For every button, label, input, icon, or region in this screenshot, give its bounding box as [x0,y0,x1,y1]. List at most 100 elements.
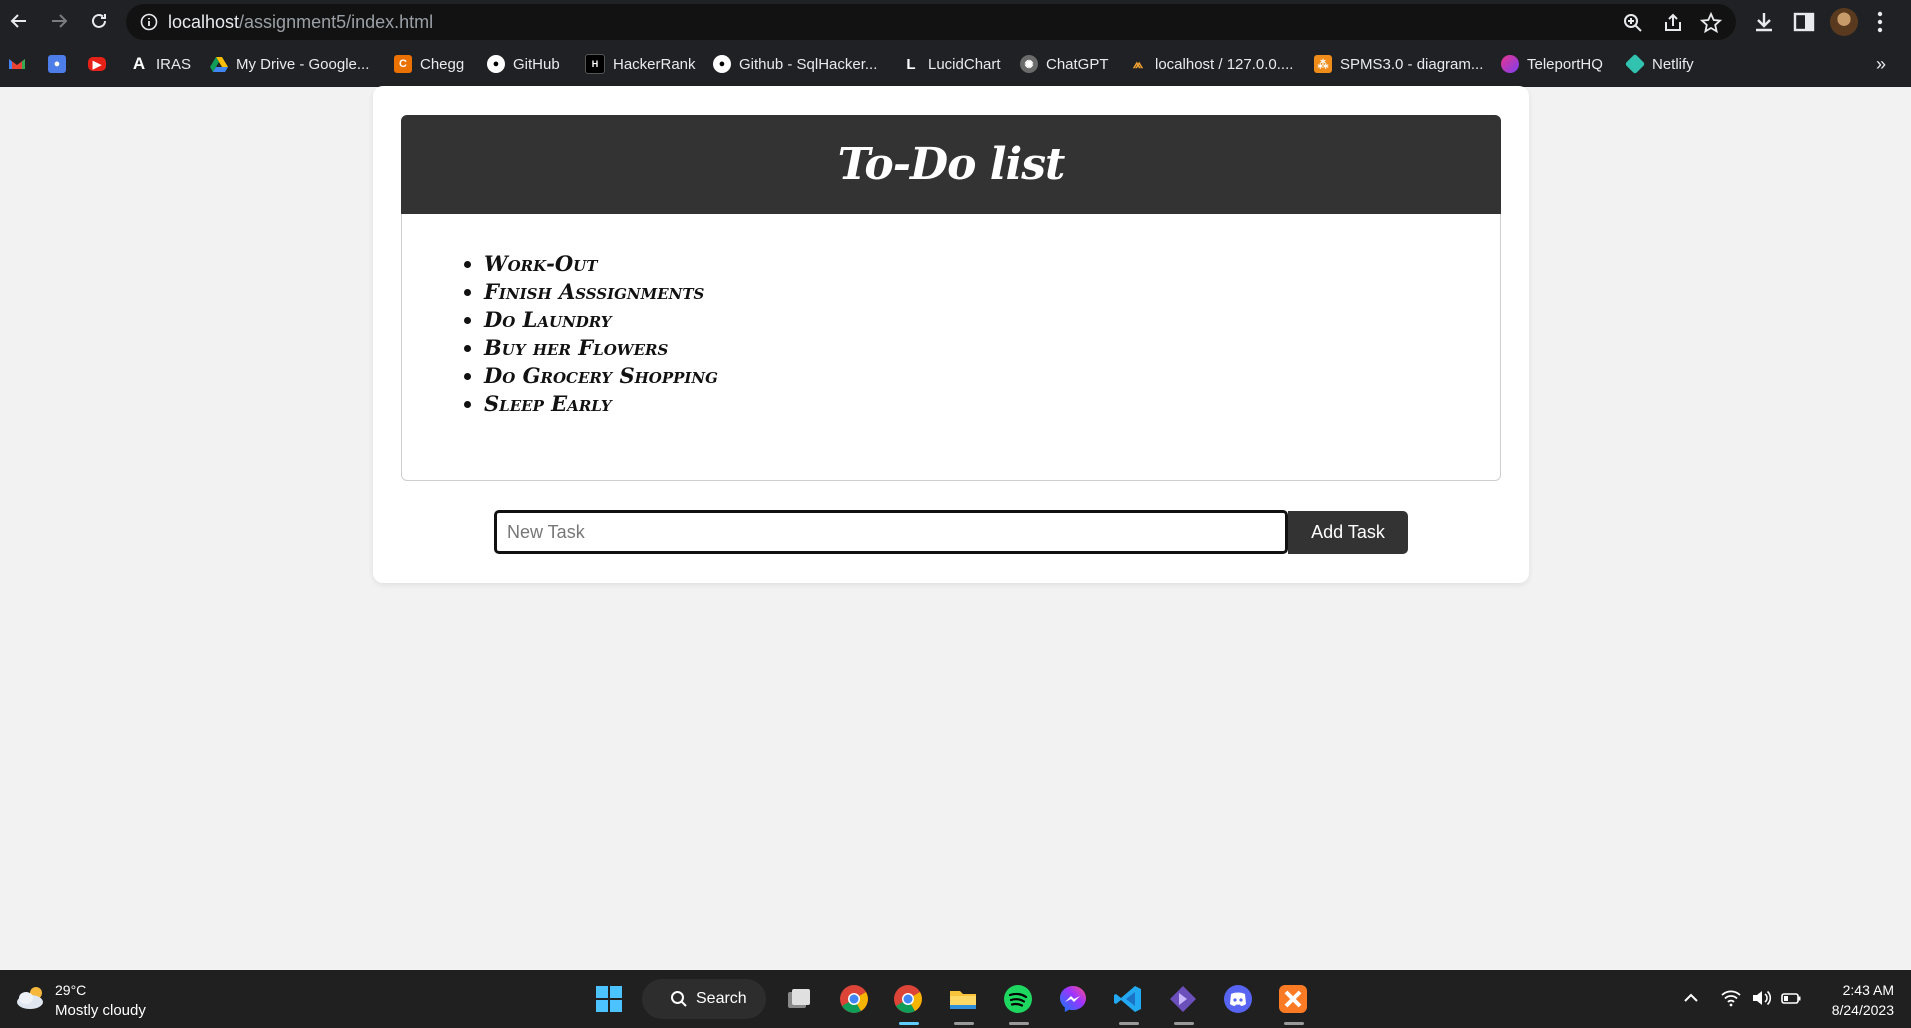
bookmark-label: Chegg [420,55,465,73]
drive-icon [210,57,228,72]
bookmark-lucidchart[interactable]: L LucidChart [902,53,1000,75]
task-item[interactable]: Finish Asssignments [484,278,718,306]
bookmark-label: Netlify [1652,55,1694,73]
bookmark-github-sqlhacker[interactable]: ● Github - SqlHacker... [713,53,877,75]
visual-studio-icon [1170,986,1196,1012]
bookmark-phpmyadmin[interactable]: ⩕ localhost / 127.0.0.... [1129,53,1294,75]
spotify-app[interactable] [1000,981,1036,1017]
lucidchart-icon: L [906,55,916,73]
bookmark-label: HackerRank [613,55,696,73]
url-text[interactable]: localhost/assignment5/index.html [168,12,433,32]
teleporthq-icon [1501,55,1519,73]
visual-studio-app[interactable] [1165,981,1201,1017]
volume-icon[interactable] [1750,987,1772,1009]
vscode-app[interactable] [1110,981,1146,1017]
netlify-icon [1624,53,1646,75]
add-task-button[interactable]: Add Task [1288,511,1408,554]
phpmyadmin-icon: ⩕ [1132,56,1144,71]
side-panel-icon[interactable] [1792,10,1816,34]
clock-time[interactable]: 2:43 AM [1836,982,1894,998]
bookmark-chatgpt[interactable]: ✺ ChatGPT [1020,53,1109,75]
bookmark-label: localhost / 127.0.0.... [1155,55,1294,73]
wifi-icon[interactable] [1720,987,1742,1009]
clock-date[interactable]: 8/24/2023 [1816,1002,1894,1018]
bookmark-github[interactable]: ● GitHub [487,53,560,75]
task-view-button[interactable] [781,981,817,1017]
vscode-icon [1114,986,1141,1012]
bookmark-netlify[interactable]: Netlify [1624,53,1694,75]
bookmark-iras[interactable]: A IRAS [130,53,191,75]
download-icon[interactable] [1752,10,1776,34]
open-app-indicator [1284,1022,1304,1025]
youtube-icon: ▶ [88,57,106,71]
task-item[interactable]: Work-Out [484,250,718,278]
reload-icon [92,13,106,28]
weather-description[interactable]: Mostly cloudy [55,1002,146,1019]
task-item[interactable]: Do Grocery Shopping [484,362,718,390]
star-icon[interactable] [1700,12,1722,34]
arrow-left-icon [10,14,26,28]
diagram-icon: ⁂ [1314,55,1332,73]
address-bar[interactable]: localhost/assignment5/index.html [126,4,1736,40]
bookmark-label: Github - SqlHacker... [739,55,878,73]
todo-card: To-Do list Work-Out Finish Asssignments … [373,86,1529,583]
info-icon[interactable] [140,13,158,31]
bookmark-chegg[interactable]: C Chegg [394,53,464,75]
gmail-icon [9,59,25,69]
bookmark-label: TeleportHQ [1527,55,1603,73]
github-icon: ● [713,55,731,73]
profile-avatar[interactable] [1830,8,1858,36]
back-button[interactable] [6,8,32,34]
menu-kebab-icon[interactable] [1876,10,1884,34]
browser-chrome: localhost/assignment5/index.html ● ▶ A I… [0,0,1911,87]
browser-toolbar: localhost/assignment5/index.html [0,0,1911,44]
forward-button[interactable] [46,8,72,34]
iras-icon: A [132,54,146,73]
url-path: /assignment5/index.html [239,12,434,32]
file-explorer-app[interactable] [945,981,981,1017]
share-icon[interactable] [1662,12,1684,34]
bookmark-teleporthq[interactable]: TeleportHQ [1501,53,1603,75]
chegg-icon: C [394,55,412,73]
new-task-input[interactable] [494,510,1288,554]
chrome-icon [840,985,868,1013]
zoom-icon[interactable] [1622,12,1644,34]
task-item[interactable]: Buy her Flowers [484,334,718,362]
discord-app[interactable] [1220,981,1256,1017]
start-button[interactable] [591,981,627,1017]
bookmark-classroom[interactable]: ● [48,53,66,75]
task-list-container: Work-Out Finish Asssignments Do Laundry … [401,214,1501,481]
cloud-weather-icon[interactable] [14,984,48,1012]
windows-logo-icon [596,986,622,1012]
bookmark-youtube[interactable]: ▶ [88,53,106,75]
more-bookmarks-button[interactable]: » [1876,53,1886,75]
open-app-indicator [1119,1022,1139,1025]
open-app-indicator [1174,1022,1194,1025]
chatgpt-icon: ✺ [1020,55,1038,73]
xampp-app[interactable] [1275,981,1311,1017]
bookmark-gmail[interactable] [8,53,26,75]
bookmark-spms[interactable]: ⁂ SPMS3.0 - diagram... [1314,53,1483,75]
reload-button[interactable] [86,8,112,34]
chrome-profile-app[interactable] [890,981,926,1017]
page-title: To-Do list [837,139,1066,190]
bookmark-label: ChatGPT [1046,55,1109,73]
bookmark-label: My Drive - Google... [236,55,370,73]
messenger-app[interactable] [1055,981,1091,1017]
taskbar-search[interactable]: Search [642,979,766,1019]
active-app-indicator [899,1022,919,1025]
messenger-icon [1060,986,1086,1012]
bookmark-label: GitHub [513,55,560,73]
spotify-icon [1004,985,1032,1013]
battery-icon[interactable] [1780,987,1802,1009]
task-item[interactable]: Do Laundry [484,306,718,334]
weather-temperature[interactable]: 29°C [55,982,86,998]
task-view-icon [788,989,810,1008]
chevron-up-icon[interactable] [1680,987,1702,1009]
chrome-app[interactable] [836,981,872,1017]
classroom-icon: ● [48,55,66,73]
bookmark-hackerrank[interactable]: H HackerRank [585,53,696,75]
open-app-indicator [954,1022,974,1025]
bookmark-my-drive[interactable]: My Drive - Google... [210,53,369,75]
task-item[interactable]: Sleep Early [484,390,718,418]
